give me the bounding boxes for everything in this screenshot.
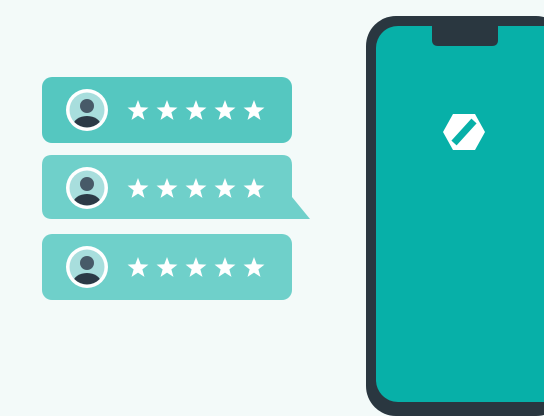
star-icon [127, 100, 149, 120]
star-icon [185, 178, 207, 198]
star-icon [243, 178, 265, 198]
smartphone [366, 16, 544, 416]
star-icon [127, 178, 149, 198]
star-icon [243, 257, 265, 277]
star-rating [127, 178, 265, 198]
star-icon [127, 257, 149, 277]
review-illustration [0, 0, 544, 416]
star-icon [243, 100, 265, 120]
phone-notch [432, 26, 498, 46]
phone-screen [376, 26, 544, 402]
review-card [42, 155, 310, 221]
user-avatar-icon [66, 89, 108, 131]
star-icon [156, 100, 178, 120]
user-avatar-icon [66, 246, 108, 288]
app-logo-icon [443, 114, 485, 150]
star-icon [214, 100, 236, 120]
review-card [42, 77, 292, 143]
star-rating [127, 257, 265, 277]
star-icon [156, 257, 178, 277]
star-icon [214, 178, 236, 198]
star-icon [156, 178, 178, 198]
review-card [42, 234, 292, 300]
star-rating [127, 100, 265, 120]
star-icon [214, 257, 236, 277]
star-icon [185, 257, 207, 277]
star-icon [185, 100, 207, 120]
user-avatar-icon [66, 167, 108, 209]
